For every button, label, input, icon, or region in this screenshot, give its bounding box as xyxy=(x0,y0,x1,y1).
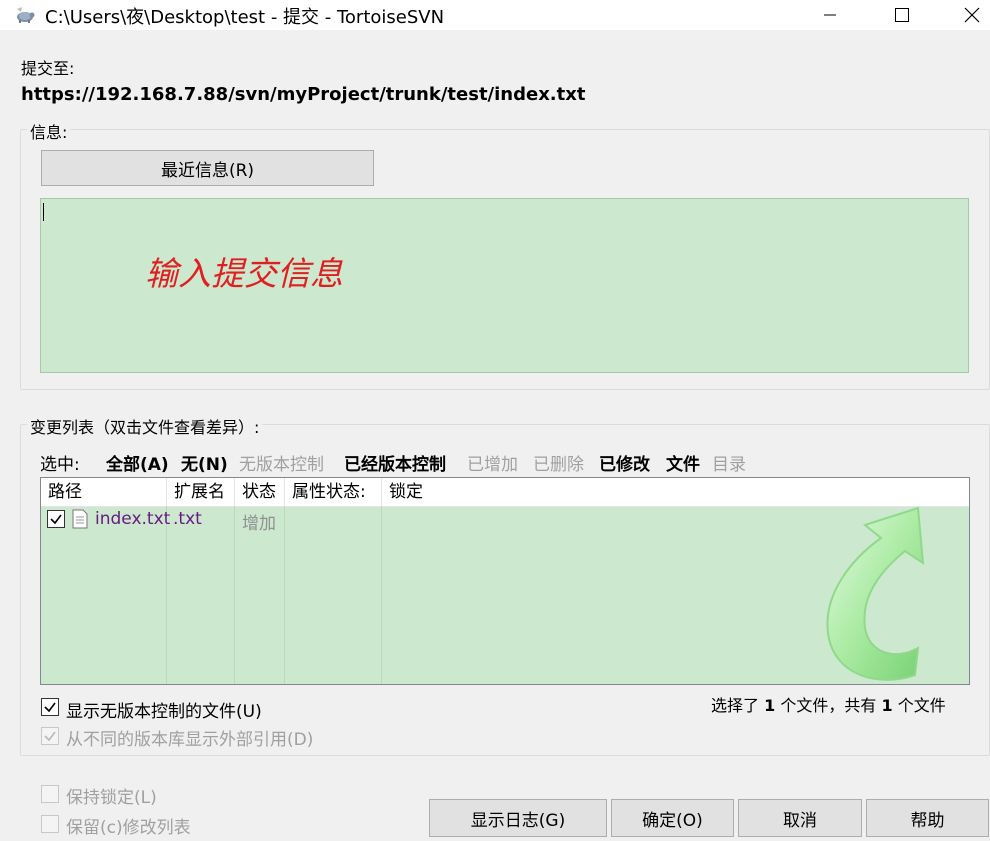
filter-versioned[interactable]: 已经版本控制 xyxy=(344,450,446,475)
filter-all[interactable]: 全部(A) xyxy=(106,450,169,475)
show-unversioned-label[interactable]: 显示无版本控制的文件(U) xyxy=(66,697,262,722)
filter-unversioned: 无版本控制 xyxy=(239,455,324,475)
list-header: 路径 扩展名 状态 属性状态: 锁定 xyxy=(41,478,969,507)
count-suffix: 个文件 xyxy=(897,696,946,715)
help-button[interactable]: 帮助 xyxy=(866,799,989,837)
message-group-label: 信息: xyxy=(27,119,71,143)
show-unversioned-checkbox[interactable] xyxy=(41,698,59,716)
file-status: 增加 xyxy=(242,514,276,534)
changes-group-label: 变更列表（双击文件查看差异）: xyxy=(27,414,263,438)
filter-files[interactable]: 文件 xyxy=(666,450,700,475)
column-lock[interactable]: 锁定 xyxy=(382,478,969,506)
recent-messages-button[interactable]: 最近信息(R) xyxy=(41,150,374,186)
file-path: index.txt xyxy=(95,509,171,529)
maximize-button[interactable] xyxy=(872,0,932,30)
commit-message-hint: 输入提交信息 xyxy=(145,254,343,293)
selection-count: 选择了 1 个文件，共有 1 个文件 xyxy=(711,692,946,716)
title-bar: C:\Users\夜\Desktop\test - 提交 - TortoiseS… xyxy=(0,0,990,30)
filter-added: 已增加 xyxy=(467,455,518,475)
table-row[interactable]: index.txt .txt 增加 xyxy=(41,507,969,534)
text-caret xyxy=(43,203,44,221)
column-property-status[interactable]: 属性状态: xyxy=(285,478,382,506)
text-file-icon xyxy=(72,509,88,533)
column-path[interactable]: 路径 xyxy=(41,478,167,506)
selected-count: 1 xyxy=(764,696,776,715)
commit-to-label: 提交至: xyxy=(21,59,75,78)
ok-button[interactable]: 确定(O) xyxy=(611,799,734,837)
show-externals-checkbox xyxy=(41,727,59,745)
window-title: C:\Users\夜\Desktop\test - 提交 - TortoiseS… xyxy=(45,7,445,28)
minimize-button[interactable] xyxy=(800,0,860,30)
column-status[interactable]: 状态 xyxy=(235,478,285,506)
count-middle: 个文件，共有 xyxy=(780,696,877,715)
keep-changelists-label: 保留(c)修改列表 xyxy=(66,818,191,838)
keep-changelists-checkbox xyxy=(41,815,59,833)
filter-directories: 目录 xyxy=(712,455,746,475)
cancel-button[interactable]: 取消 xyxy=(738,799,862,837)
total-count: 1 xyxy=(881,696,893,715)
show-log-button[interactable]: 显示日志(G) xyxy=(429,799,607,837)
column-extension[interactable]: 扩展名 xyxy=(167,478,235,506)
count-prefix: 选择了 xyxy=(711,696,760,715)
selection-filter-bar: 选中: 全部(A) 无(N) 无版本控制 已经版本控制 已增加 已删除 已修改 … xyxy=(40,450,780,475)
file-extension: .txt xyxy=(173,509,202,529)
row-checkbox[interactable] xyxy=(47,510,65,528)
select-label: 选中: xyxy=(40,455,80,475)
filter-modified[interactable]: 已修改 xyxy=(599,450,650,475)
tortoise-app-icon xyxy=(14,5,36,25)
close-button[interactable] xyxy=(942,0,990,30)
changes-list[interactable]: 路径 扩展名 状态 属性状态: 锁定 index.txt .txt 增加 xyxy=(40,477,970,685)
repository-url: https://192.168.7.88/svn/myProject/trunk… xyxy=(21,84,586,105)
filter-deleted: 已删除 xyxy=(533,455,584,475)
commit-message-input[interactable]: 输入提交信息 xyxy=(40,198,969,373)
keep-locks-label: 保持锁定(L) xyxy=(66,788,157,808)
keep-locks-checkbox xyxy=(41,785,59,803)
show-externals-label: 从不同的版本库显示外部引用(D) xyxy=(66,730,314,750)
window-edge xyxy=(0,30,8,841)
filter-none[interactable]: 无(N) xyxy=(181,450,228,475)
